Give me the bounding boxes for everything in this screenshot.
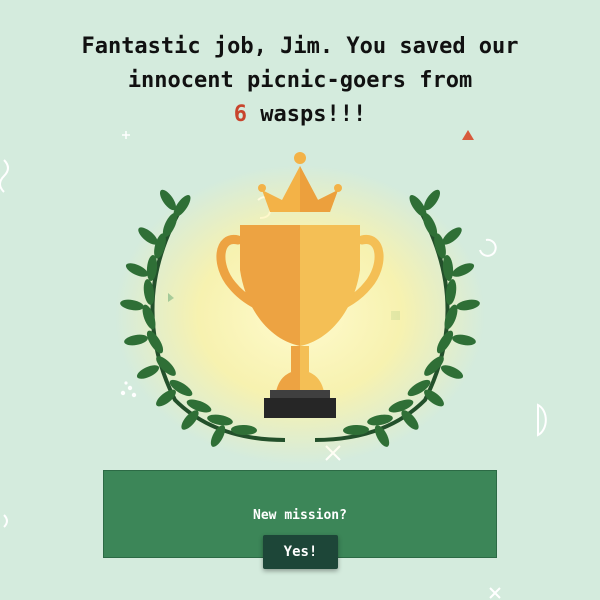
triangle-confetti-icon [462,130,474,140]
swirl-icon [479,238,497,257]
squiggle-icon [3,514,8,528]
new-mission-prompt: New mission? [253,508,347,523]
dots-confetti-icon [120,381,137,398]
squiggle-icon [0,159,9,193]
yes-button[interactable]: Yes! [263,535,338,569]
half-circle-icon [537,403,547,437]
cross-icon [489,587,501,599]
sparkle-icon [122,131,130,139]
